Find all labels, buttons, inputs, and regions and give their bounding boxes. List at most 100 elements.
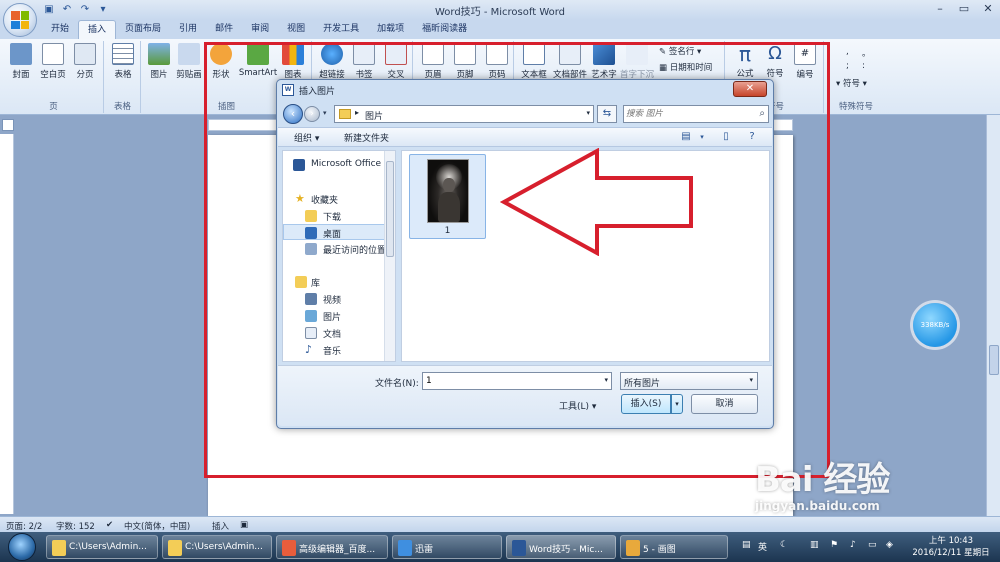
taskbar-item[interactable]: 高级编辑器_百度...	[276, 535, 388, 559]
new-folder-button[interactable]: 新建文件夹	[344, 131, 389, 144]
footer-button[interactable]: 页脚	[448, 43, 482, 80]
tab-1[interactable]: 插入	[78, 20, 117, 39]
tools-menu[interactable]: 工具(L) ▾	[559, 399, 596, 412]
help-icon[interactable]: ?	[744, 130, 760, 144]
filename-input[interactable]	[426, 374, 596, 388]
file-type-select[interactable]: 所有图片 ▾	[620, 372, 758, 390]
address-bar[interactable]: ▸ 图片 ▾	[334, 105, 594, 123]
page-number-button[interactable]: 页码	[480, 43, 514, 80]
nav-item-downloads[interactable]: 下载	[283, 208, 386, 224]
search-icon[interactable]: ⌕	[759, 108, 765, 119]
tab-4[interactable]: 邮件	[206, 20, 242, 39]
quick-parts-button[interactable]: 文档部件	[551, 43, 589, 80]
tab-5[interactable]: 审阅	[242, 20, 278, 39]
more-symbols-button[interactable]: ▾ 符号 ▾	[836, 77, 867, 89]
forward-button[interactable]: ›	[304, 106, 320, 122]
table-button[interactable]: 表格	[106, 43, 140, 80]
nav-item-libraries[interactable]: 库	[283, 274, 386, 290]
taskbar-item[interactable]: 5 - 画图	[620, 535, 728, 559]
shield-icon[interactable]: ◈	[886, 540, 893, 550]
nav-item-recent-places[interactable]: 最近访问的位置	[283, 241, 386, 257]
taskbar-item[interactable]: 迅雷	[392, 535, 502, 559]
cancel-button[interactable]: 取消	[691, 394, 758, 414]
tab-3[interactable]: 引用	[170, 20, 206, 39]
scrollbar-thumb[interactable]	[989, 345, 999, 375]
dropcap-button[interactable]: 首字下沉	[619, 43, 655, 80]
refresh-button[interactable]: ⇆	[597, 105, 617, 123]
taskbar-item[interactable]: Word技巧 - Mic...	[506, 535, 616, 559]
nav-item-favorites[interactable]: ★ 收藏夹	[283, 191, 386, 207]
speed-badge[interactable]: 338KB/s	[913, 303, 957, 347]
tab-9[interactable]: 福昕阅读器	[413, 20, 476, 39]
nav-item-desktop[interactable]: 桌面	[283, 224, 386, 240]
moon-icon[interactable]: ☾	[780, 540, 788, 550]
insert-options-dropdown-icon[interactable]: ▾	[671, 394, 683, 414]
office-button[interactable]	[3, 3, 37, 37]
ime-icon[interactable]: ▤	[742, 540, 751, 550]
network-icon[interactable]: ▥	[810, 540, 819, 550]
address-path[interactable]: 图片	[365, 109, 383, 122]
dialog-close-button[interactable]: ✕	[733, 81, 767, 97]
flag-icon[interactable]: ⚑	[830, 540, 838, 550]
vertical-ruler[interactable]	[0, 134, 14, 514]
nav-item-pictures[interactable]: 图片	[283, 308, 386, 324]
filename-dropdown-icon[interactable]: ▾	[604, 376, 608, 384]
search-input[interactable]	[626, 107, 748, 121]
view-options-icon[interactable]: ▤	[678, 130, 694, 144]
view-dropdown-icon[interactable]: ▾	[694, 130, 710, 144]
page-break-button[interactable]: 分页	[68, 43, 102, 80]
nav-pane-scroll-thumb[interactable]	[386, 161, 394, 257]
nav-pane-scrollbar[interactable]	[384, 151, 395, 361]
status-insert-mode[interactable]: 插入	[212, 520, 229, 532]
taskbar-item[interactable]: C:\Users\Admin...	[162, 535, 272, 559]
date-time-button[interactable]: ▦ 日期和时间	[659, 61, 712, 73]
header-button[interactable]: 页眉	[416, 43, 450, 80]
macro-record-icon[interactable]: ▣	[240, 520, 248, 530]
hyperlink-button[interactable]: 超链接	[315, 43, 349, 80]
special-symbol-comma[interactable]: ,	[846, 47, 849, 57]
equation-button[interactable]: π 公式	[728, 43, 762, 79]
bookmark-button[interactable]: 书签	[347, 43, 381, 80]
textbox-button[interactable]: 文本框	[517, 43, 551, 80]
clipart-button[interactable]: 剪贴画	[172, 43, 206, 80]
maximize-icon[interactable]: ▭	[952, 0, 976, 18]
tray-language[interactable]: 英	[758, 540, 767, 553]
tab-2[interactable]: 页面布局	[116, 20, 170, 39]
tab-0[interactable]: 开始	[42, 20, 78, 39]
tab-6[interactable]: 视图	[278, 20, 314, 39]
status-words[interactable]: 字数: 152	[56, 520, 95, 532]
minimize-icon[interactable]: –	[928, 0, 952, 18]
recent-pages-icon[interactable]: ▾	[323, 109, 327, 117]
organize-menu[interactable]: 组织 ▾	[294, 131, 319, 144]
insert-button[interactable]: 插入(S)	[621, 394, 671, 414]
search-box[interactable]: ⌕	[623, 105, 769, 123]
spelling-check-icon[interactable]: ✔	[106, 520, 113, 530]
address-dropdown-icon[interactable]: ▾	[586, 109, 590, 117]
volume-icon[interactable]: ♪	[850, 540, 856, 550]
blank-page-button[interactable]: 空白页	[36, 43, 70, 80]
tab-selector[interactable]	[2, 119, 14, 131]
preview-pane-icon[interactable]: ▯	[718, 130, 734, 144]
special-symbol-colon[interactable]: :	[862, 61, 865, 71]
symbol-button[interactable]: Ω 符号	[758, 43, 792, 79]
file-item[interactable]: 1	[409, 154, 486, 239]
status-page[interactable]: 页面: 2/2	[6, 520, 42, 532]
nav-item-documents[interactable]: 文档	[283, 325, 386, 341]
tab-7[interactable]: 开发工具	[314, 20, 368, 39]
nav-item-videos[interactable]: 视频	[283, 291, 386, 307]
breadcrumb-separator-icon[interactable]: ▸	[355, 108, 359, 117]
wordart-button[interactable]: 艺术字	[587, 43, 621, 80]
nav-item-microsoft-office[interactable]: Microsoft Office	[283, 157, 386, 173]
cross-reference-button[interactable]: 交叉	[379, 43, 413, 80]
start-button[interactable]	[8, 533, 36, 561]
nav-item-music[interactable]: ♪ 音乐	[283, 342, 386, 358]
shapes-button[interactable]: 形状	[204, 43, 238, 80]
tab-8[interactable]: 加载项	[368, 20, 413, 39]
special-symbol-semicolon[interactable]: ;	[846, 61, 849, 71]
system-clock[interactable]: 上午 10:43 2016/12/11 星期日	[906, 535, 996, 559]
filename-combobox[interactable]: ▾	[422, 372, 612, 390]
chart-button[interactable]: 图表	[276, 43, 310, 80]
taskbar-item[interactable]: C:\Users\Admin...	[46, 535, 158, 559]
back-button[interactable]: ‹	[283, 104, 303, 124]
numbering-button[interactable]: # 编号	[788, 43, 822, 80]
